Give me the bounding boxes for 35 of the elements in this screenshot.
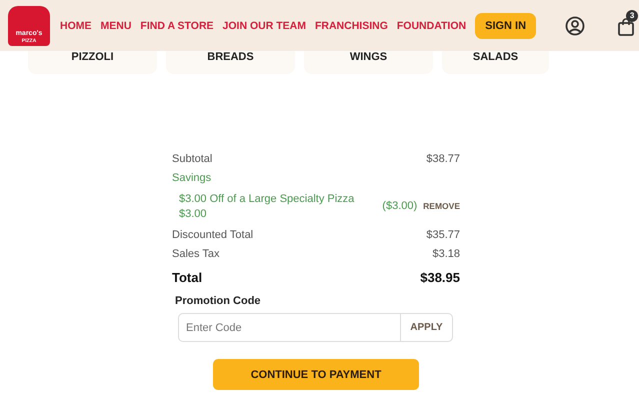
shopping-bag-icon[interactable] xyxy=(618,18,634,36)
total-amount: $38.95 xyxy=(420,270,460,284)
nav-link[interactable]: HOME xyxy=(60,20,92,32)
discount-name: $3.00 Off of a Large Specialty Pizza xyxy=(179,192,354,204)
summary-amount: $38.77 xyxy=(426,152,460,164)
promo-code-field[interactable]: Enter Code APPLY xyxy=(178,313,453,342)
category-card[interactable]: SALADS xyxy=(442,51,549,74)
discount-amount: ($3.00) xyxy=(382,200,418,212)
nav-link[interactable]: MENU xyxy=(100,20,132,32)
category-label: SALADS xyxy=(472,51,518,63)
nav-link[interactable]: FOUNDATION xyxy=(396,20,466,32)
nav-link[interactable]: FIND A STORE xyxy=(140,20,214,32)
category-label: WINGS xyxy=(350,51,388,63)
category-card[interactable]: PIZZOLI xyxy=(28,51,157,74)
sign-in-button[interactable]: SIGN IN xyxy=(475,12,536,38)
nav-link[interactable]: JOIN OUR TEAM xyxy=(222,20,306,32)
category-label: BREADS xyxy=(207,51,254,63)
summary-label: Discounted Total xyxy=(172,228,254,240)
discount-value: $3.00 xyxy=(179,208,208,220)
nav-link[interactable]: FRANCHISING xyxy=(314,20,388,32)
category-label: PIZZOLI xyxy=(71,51,114,63)
summary-label: Subtotal xyxy=(172,152,212,164)
account-icon[interactable] xyxy=(565,16,586,36)
category-card[interactable]: BREADS xyxy=(166,51,295,74)
total-label: Total xyxy=(172,270,202,284)
summary-label: Sales Tax xyxy=(172,248,220,260)
apply-button[interactable]: APPLY xyxy=(400,314,452,341)
savings-label: Savings xyxy=(172,172,212,184)
promotion-code-label: Promotion Code xyxy=(175,295,262,307)
summary-amount: $3.18 xyxy=(432,248,460,260)
summary-amount: $35.77 xyxy=(426,228,460,240)
continue-to-payment-button[interactable]: CONTINUE TO PAYMENT xyxy=(213,359,419,390)
cart-count-badge: 3 xyxy=(626,10,638,22)
remove-link[interactable]: REMOVE xyxy=(423,201,460,211)
category-card[interactable]: WINGS xyxy=(304,51,433,74)
